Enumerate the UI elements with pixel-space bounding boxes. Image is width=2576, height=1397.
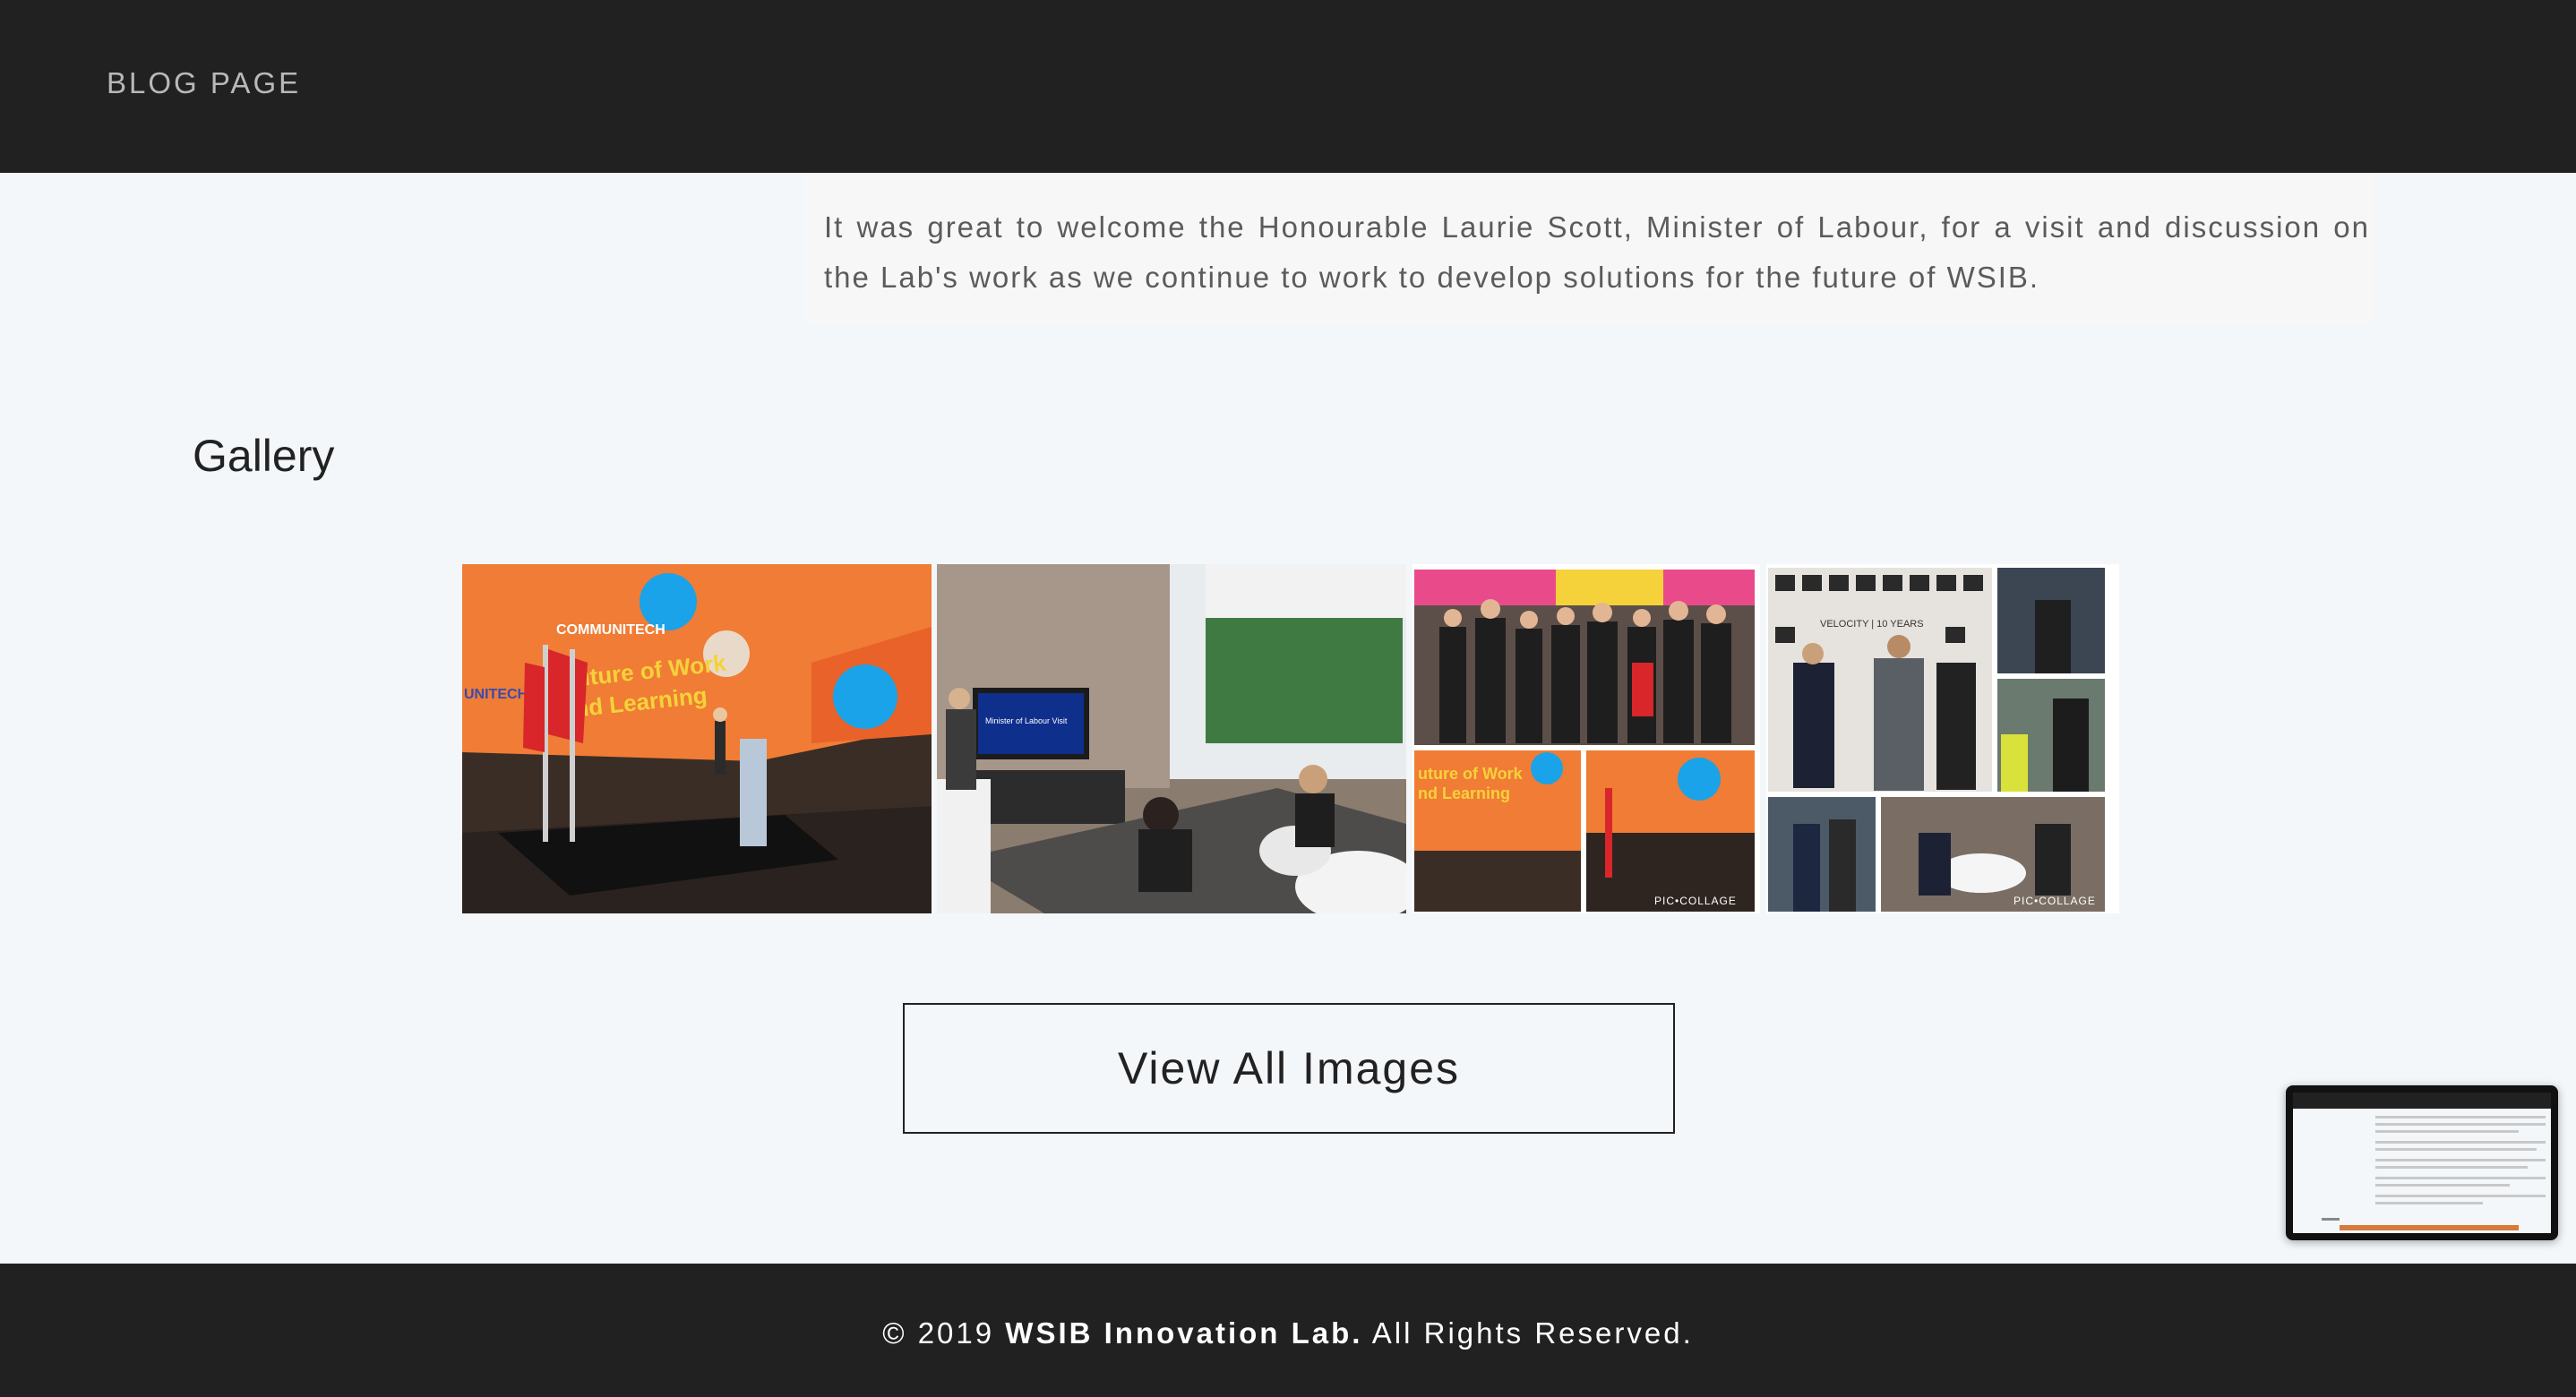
meeting-photo-image: Minister of Labour Visit	[937, 564, 1406, 913]
gallery-photo-stage[interactable]: COMMUNITECH Future of Work and Learning …	[462, 564, 932, 913]
stage-photo-image: COMMUNITECH Future of Work and Learning …	[462, 564, 932, 913]
collage-slide-text: uture of Work	[1418, 765, 1524, 783]
page-preview-thumbnail[interactable]	[2286, 1085, 2558, 1240]
velocity-wall-text: VELOCITY | 10 YEARS	[1820, 619, 1924, 630]
site-header: BLOG PAGE	[0, 0, 2576, 173]
blog-page-link[interactable]: BLOG PAGE	[107, 66, 301, 100]
gallery-heading: Gallery	[193, 431, 335, 481]
collage-slide-text-2: nd Learning	[1418, 784, 1510, 802]
footer-org-name: WSIB Innovation Lab.	[1005, 1316, 1363, 1350]
post-intro: It was great to welcome the Honourable L…	[804, 176, 2374, 324]
collage-1-watermark: PIC•COLLAGE	[1654, 895, 1737, 907]
view-all-images-button[interactable]: View All Images	[903, 1003, 1675, 1134]
gallery-photo-collage-2[interactable]: VELOCITY | 10 YEARS PIC•COLLAGE	[1766, 564, 2119, 913]
footer-copyright: © 2019 WSIB Innovation Lab. All Rights R…	[0, 1316, 2576, 1350]
slide-side-text: UNITECH	[464, 687, 528, 702]
slide-brand-text: COMMUNITECH	[556, 622, 665, 638]
gallery-photo-meeting[interactable]: Minister of Labour Visit	[937, 564, 1406, 913]
copyright-prefix: © 2019	[882, 1316, 1006, 1350]
gallery-thumbnails: COMMUNITECH Future of Work and Learning …	[462, 564, 2119, 913]
copyright-suffix: All Rights Reserved.	[1362, 1316, 1694, 1350]
tv-screen-text: Minister of Labour Visit	[985, 716, 1068, 725]
intro-paragraph: It was great to welcome the Honourable L…	[824, 210, 2370, 294]
preview-minimap-image	[2293, 1093, 2551, 1233]
collage-1-image: uture of Work nd Learning PIC•COLLAGE	[1413, 564, 1760, 913]
collage-2-image: VELOCITY | 10 YEARS PIC•COLLAGE	[1766, 564, 2119, 913]
gallery-photo-collage-1[interactable]: uture of Work nd Learning PIC•COLLAGE	[1413, 564, 1760, 913]
collage-2-watermark: PIC•COLLAGE	[2014, 895, 2096, 907]
